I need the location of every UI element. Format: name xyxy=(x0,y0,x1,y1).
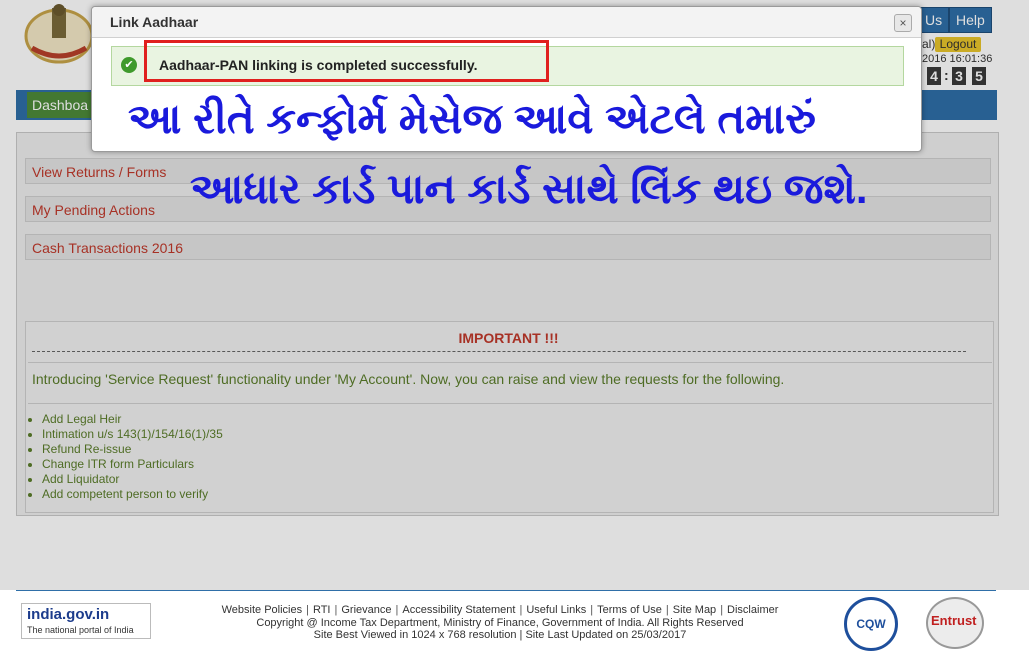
success-message: Aadhaar-PAN linking is completed success… xyxy=(159,57,478,73)
cqw-badge: CQW xyxy=(844,597,898,651)
footer-link-rti[interactable]: RTI xyxy=(313,604,331,616)
annotation-line-2: આધાર કાર્ડ પાન કાર્ડ સાથે લિંક થઇ જશે. xyxy=(190,165,868,212)
annotation-line-1: આ રીતે કન્ફોર્મ મેસેજ આવે એટલે તમારું xyxy=(128,95,816,142)
separator: | xyxy=(720,604,724,616)
footer-links: Website Policies | RTI | Grievance | Accessibi… xyxy=(160,604,840,616)
footer-copyright: Copyright @ Income Tax Department, Minis… xyxy=(256,617,744,629)
india-gov-logo-subtext: The national portal of India xyxy=(27,625,134,635)
separator: | xyxy=(306,604,309,616)
footer-link-useful-links[interactable]: Useful Links xyxy=(526,604,586,616)
check-circle-icon: ✔ xyxy=(121,57,137,73)
footer-link-disclaimer[interactable]: Disclaimer xyxy=(727,604,778,616)
footer-link-accessibility[interactable]: Accessibility Statement xyxy=(402,604,515,616)
india-gov-logo-text: india.gov.in xyxy=(27,606,110,623)
separator: | xyxy=(665,604,669,616)
separator: | xyxy=(590,604,594,616)
india-gov-logo[interactable]: india.gov.in The national portal of Indi… xyxy=(21,603,151,639)
footer-link-sitemap[interactable]: Site Map xyxy=(673,604,716,616)
separator: | xyxy=(395,604,399,616)
footer-divider xyxy=(16,590,996,591)
dialog-title: Link Aadhaar xyxy=(110,14,199,30)
footer-link-terms[interactable]: Terms of Use xyxy=(597,604,662,616)
dialog-header: Link Aadhaar × xyxy=(92,7,921,38)
separator: | xyxy=(334,604,338,616)
footer-link-website-policies[interactable]: Website Policies xyxy=(222,604,303,616)
separator: | xyxy=(519,604,523,616)
entrust-badge-label: Entrust xyxy=(931,613,977,628)
close-icon[interactable]: × xyxy=(894,14,912,32)
footer-link-grievance[interactable]: Grievance xyxy=(341,604,391,616)
footer-best-viewed: Site Best Viewed in 1024 x 768 resolutio… xyxy=(313,629,687,641)
